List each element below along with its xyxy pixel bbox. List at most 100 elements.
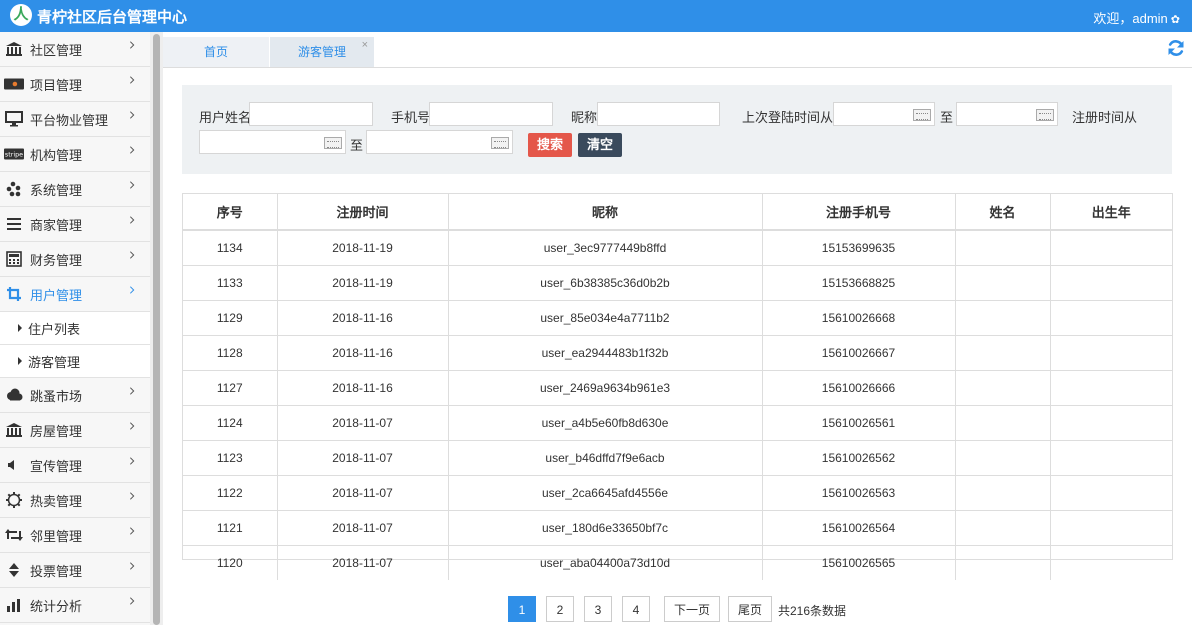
- sidebar-item[interactable]: 社区管理: [0, 32, 150, 67]
- sidebar-item[interactable]: 投票管理: [0, 553, 150, 588]
- calculator-icon: [4, 251, 24, 267]
- table-cell: 2018-11-07: [277, 475, 449, 511]
- table-row[interactable]: 1133 2018-11-19 user_6b38385c36d0b2b 151536…: [183, 265, 1172, 301]
- sidebar-subitem[interactable]: 住户列表: [0, 312, 150, 345]
- sidebar-item-label: 用户管理: [30, 287, 83, 303]
- discover-card-icon: [4, 76, 24, 92]
- next-page-button[interactable]: 下一页: [664, 596, 720, 622]
- monitor-icon: [4, 111, 24, 127]
- sidebar-item[interactable]: 项目管理: [0, 67, 150, 102]
- last-login-to-input[interactable]: [956, 102, 1058, 126]
- app-title: 青柠社区后台管理中心: [37, 9, 188, 26]
- clear-button[interactable]: 清空: [578, 133, 623, 157]
- sidebar-item-label: 项目管理: [30, 77, 83, 93]
- table-row[interactable]: 1121 2018-11-07 user_180d6e33650bf7c 156100…: [183, 510, 1172, 546]
- table-row[interactable]: 1124 2018-11-07 user_a4b5e60fb8d630e 156100…: [183, 405, 1172, 441]
- table-cell: 15610026561: [762, 405, 956, 441]
- page-button[interactable]: 3: [584, 596, 612, 622]
- table-cell: 2018-11-16: [277, 370, 449, 406]
- last-page-button[interactable]: 尾页: [728, 596, 772, 622]
- table-cell: [1050, 510, 1172, 546]
- sidebar-item[interactable]: stripe 机构管理: [0, 137, 150, 172]
- table-cell: [1050, 335, 1172, 371]
- sidebar-item[interactable]: 热卖管理: [0, 483, 150, 518]
- sidebar-item[interactable]: 商家管理: [0, 207, 150, 242]
- table-cell: [1050, 230, 1172, 266]
- table-cell: [955, 300, 1051, 336]
- sidebar-item[interactable]: 邻里管理: [0, 518, 150, 553]
- bank-icon: [4, 422, 24, 438]
- nickname-input[interactable]: [597, 102, 720, 126]
- sidebar-item-label: 邻里管理: [30, 528, 83, 544]
- table-cell: user_b46dffd7f9e6acb: [448, 440, 763, 476]
- sidebar-item[interactable]: 平台物业管理: [0, 102, 150, 137]
- sidebar-scrollbar-thumb[interactable]: [153, 34, 160, 625]
- table-cell: 1121: [183, 510, 278, 546]
- sidebar-item[interactable]: 系统管理: [0, 172, 150, 207]
- page-button[interactable]: 4: [622, 596, 650, 622]
- table-cell: user_6b38385c36d0b2b: [448, 265, 763, 301]
- table-row[interactable]: 1120 2018-11-07 user_aba04400a73d10d 156100…: [183, 545, 1172, 580]
- refresh-icon[interactable]: [1166, 38, 1186, 58]
- sidebar-item-label: 投票管理: [30, 563, 83, 579]
- total-count: 共216条数据: [778, 604, 847, 618]
- table-cell: [955, 405, 1051, 441]
- table-row[interactable]: 1134 2018-11-19 user_3ec9777449b8ffd 151536…: [183, 230, 1172, 266]
- calendar-icon[interactable]: [1036, 109, 1054, 121]
- tab-guest-management[interactable]: 游客管理 ×: [270, 37, 374, 67]
- table-row[interactable]: 1127 2018-11-16 user_2469a9634b961e3 156100…: [183, 370, 1172, 406]
- search-button[interactable]: 搜索: [528, 133, 573, 157]
- table-cell: 2018-11-07: [277, 440, 449, 476]
- table-row[interactable]: 1129 2018-11-16 user_85e034e4a7711b2 156100…: [183, 300, 1172, 336]
- gear-icon[interactable]: ✿: [1171, 14, 1180, 26]
- table-cell: 1127: [183, 370, 278, 406]
- sidebar: 社区管理项目管理平台物业管理 stripe 机构管理系统管理商家管理 财务管理用户管理…: [0, 32, 151, 625]
- retweet-icon: [4, 527, 24, 543]
- sidebar-item[interactable]: 房屋管理: [0, 413, 150, 448]
- chevron-right-icon: [129, 41, 135, 49]
- calendar-icon[interactable]: [491, 137, 509, 149]
- table-cell: 1133: [183, 265, 278, 301]
- table-cell: 15610026562: [762, 440, 956, 476]
- tab-home[interactable]: 首页: [163, 37, 269, 67]
- chevron-right-icon: [129, 492, 135, 500]
- close-icon[interactable]: ×: [362, 30, 368, 60]
- table-row[interactable]: 1128 2018-11-16 user_ea2944483b1f32b 156100…: [183, 335, 1172, 371]
- table-cell: [955, 265, 1051, 301]
- chevron-right-icon: [129, 387, 135, 395]
- register-from-input[interactable]: [199, 130, 346, 154]
- table-row[interactable]: 1122 2018-11-07 user_2ca6645afd4556e 156100…: [183, 475, 1172, 511]
- table-cell: [955, 545, 1051, 580]
- table-cell: [955, 370, 1051, 406]
- chevron-right-icon: [129, 111, 135, 119]
- column-header: 出生年: [1050, 194, 1172, 231]
- user-menu[interactable]: 欢迎，admin ✿: [1093, 8, 1180, 27]
- caret-right-icon: [18, 324, 22, 332]
- sidebar-item[interactable]: 宣传管理: [0, 448, 150, 483]
- yelp-icon: [4, 181, 24, 197]
- sidebar-item[interactable]: 统计分析: [0, 588, 150, 623]
- table-cell: 2018-11-07: [277, 545, 449, 580]
- to-label: 至: [350, 138, 364, 153]
- page-button[interactable]: 1: [508, 596, 536, 622]
- sidebar-subitem[interactable]: 游客管理: [0, 345, 150, 378]
- last-login-from-input[interactable]: [833, 102, 935, 126]
- table-row[interactable]: 1123 2018-11-07 user_b46dffd7f9e6acb 156100…: [183, 440, 1172, 476]
- sidebar-item-label: 系统管理: [30, 182, 83, 198]
- table-cell: user_85e034e4a7711b2: [448, 300, 763, 336]
- username-input[interactable]: [249, 102, 373, 126]
- register-to-input[interactable]: [366, 130, 513, 154]
- table-cell: [1050, 300, 1172, 336]
- calendar-icon[interactable]: [913, 109, 931, 121]
- guest-table: 序号 注册时间 昵称 注册手机号 姓名 出生年 1134 2018-11-19 user_3e…: [182, 193, 1173, 580]
- phone-input[interactable]: [429, 102, 553, 126]
- calendar-icon[interactable]: [324, 137, 342, 149]
- sidebar-item[interactable]: 财务管理: [0, 242, 150, 277]
- table-cell: user_a4b5e60fb8d630e: [448, 405, 763, 441]
- sidebar-item[interactable]: 跳蚤市场: [0, 378, 150, 413]
- svg-text:stripe: stripe: [5, 152, 23, 159]
- sidebar-item[interactable]: 用户管理: [0, 277, 150, 312]
- app-logo-icon: 人: [10, 4, 32, 26]
- page-button[interactable]: 2: [546, 596, 574, 622]
- chevron-right-icon: [129, 597, 135, 605]
